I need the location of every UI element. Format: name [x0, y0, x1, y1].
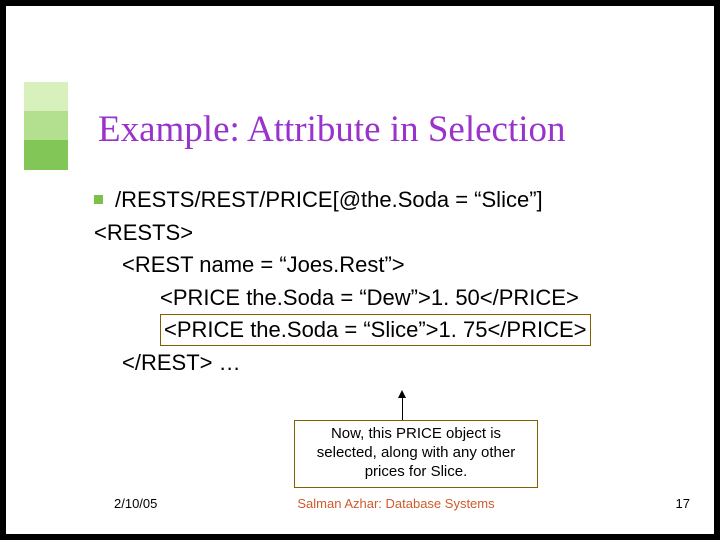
bullet-icon	[94, 195, 103, 204]
callout-box: Now, this PRICE object is selected, alon…	[294, 420, 538, 488]
footer-date: 2/10/05	[114, 496, 157, 511]
code-line-5: </REST> …	[94, 347, 684, 380]
highlighted-code: <PRICE the.Soda = “Slice”>1. 75</PRICE>	[160, 314, 591, 346]
code-line-3: <PRICE the.Soda = “Dew”>1. 50</PRICE>	[94, 282, 684, 315]
arrow-up-icon	[402, 396, 403, 420]
code-line-1: <RESTS>	[94, 217, 684, 250]
code-line-4: <PRICE the.Soda = “Slice”>1. 75</PRICE>	[94, 314, 684, 347]
bullet-text: /RESTS/REST/PRICE[@the.Soda = “Slice”]	[115, 187, 543, 212]
footer-author: Salman Azhar: Database Systems	[266, 496, 526, 511]
slide-content: /RESTS/REST/PRICE[@the.Soda = “Slice”] <…	[94, 184, 684, 379]
footer-page-number: 17	[676, 496, 690, 511]
code-line-2: <REST name = “Joes.Rest”>	[94, 249, 684, 282]
accent-bar	[24, 82, 68, 170]
slide-title: Example: Attribute in Selection	[98, 108, 566, 151]
slide: Example: Attribute in Selection /RESTS/R…	[6, 6, 714, 534]
bullet-line: /RESTS/REST/PRICE[@the.Soda = “Slice”]	[94, 184, 684, 217]
footer: 2/10/05 Salman Azhar: Database Systems 1…	[6, 496, 714, 516]
